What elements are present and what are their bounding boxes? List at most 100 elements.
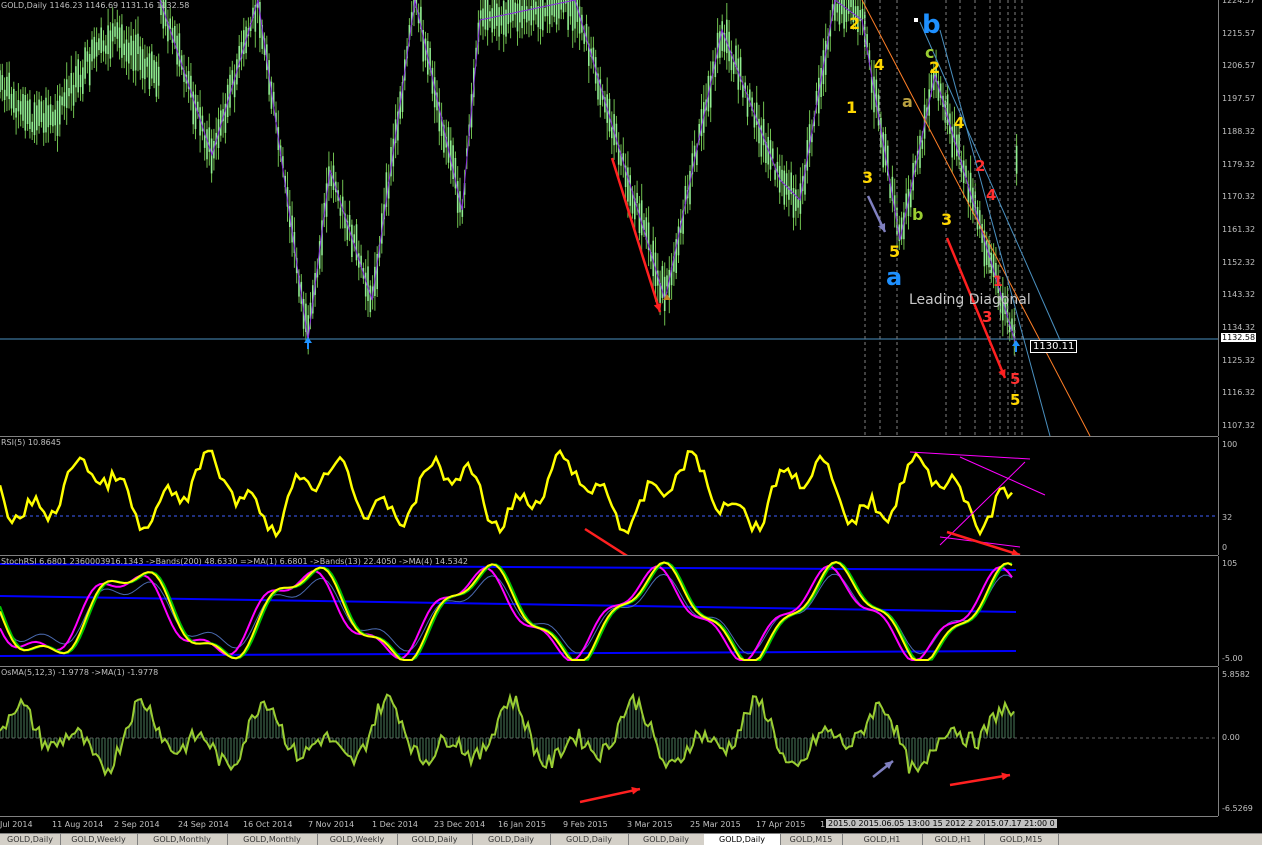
candle-body [144, 58, 146, 80]
chart-tab[interactable]: GOLD,H1 [842, 834, 923, 845]
candle-body [339, 207, 342, 216]
candle-body [6, 76, 8, 97]
candle-body [836, 3, 838, 13]
wave-label-4b: 4 [954, 114, 965, 132]
trend-line [909, 451, 1031, 460]
price-tick: 1143.32 [1222, 290, 1256, 300]
rsi-pane[interactable]: RSI(5) 10.8645 [0, 437, 1218, 556]
candle-body [560, 0, 562, 10]
time-label: 1 [820, 820, 826, 829]
bollinger-line [0, 573, 1013, 655]
chart-tab[interactable]: GOLD,Daily [550, 834, 629, 845]
candle-body [132, 40, 135, 71]
rsi-tick: 32 [1222, 513, 1233, 522]
candle-body [54, 109, 56, 126]
candle-body [61, 96, 63, 106]
candle-body [726, 19, 728, 54]
candle-body [116, 22, 119, 39]
candle-body [785, 173, 788, 195]
chart-tab[interactable]: GOLD,M15 [984, 834, 1059, 845]
wave-label-red-2: 2 [975, 157, 986, 175]
wave-label-yellow-5: 5 [1010, 391, 1021, 409]
candle-body [364, 272, 367, 297]
candle-body [139, 46, 142, 70]
candle-body [509, 0, 512, 23]
stoch-tick: -5.00 [1222, 654, 1243, 663]
candle-body [29, 99, 31, 129]
time-label: 1 Dec 2014 [372, 820, 419, 829]
chart-tab[interactable]: GOLD,Daily [0, 834, 61, 845]
candle-body [75, 66, 77, 88]
candle-body [528, 9, 530, 21]
candle-body [114, 26, 116, 37]
stochrsi-canvas[interactable] [0, 556, 1218, 666]
price-box-label: 1130.11 [1030, 340, 1078, 353]
candle-body [1015, 145, 1018, 174]
price-chart-canvas[interactable] [0, 0, 1218, 436]
candle-body [26, 100, 29, 124]
candle-body [921, 140, 924, 149]
chart-tab[interactable]: GOLD,Monthly [137, 834, 228, 845]
candle-body [42, 113, 45, 133]
candle-body [348, 215, 351, 227]
chart-tabs: GOLD,Daily GOLD,Weekly GOLD,Monthly GOLD,Mo… [0, 833, 1262, 845]
time-label: 17 Apr 2015 [756, 820, 806, 829]
time-axis-highlight: 2015.0 2015.06.05 13:00 15 2012 2 2015.0… [826, 819, 1057, 828]
candle-body [72, 84, 75, 106]
chart-tab[interactable]: GOLD,Daily [472, 834, 551, 845]
channel-line [939, 29, 1051, 436]
candle-body [125, 39, 128, 62]
chart-tab[interactable]: GOLD,Weekly [60, 834, 138, 845]
main-chart-pane[interactable]: GOLD,Daily 1146.23 1146.69 1131.16 1132.… [0, 0, 1218, 437]
time-axis: Jul 2014 11 Aug 2014 2 Sep 2014 24 Sep 2014… [0, 816, 1218, 834]
candle-body [63, 92, 66, 107]
chart-tab[interactable]: GOLD,Daily [628, 834, 705, 845]
time-label: 7 Nov 2014 [308, 820, 355, 829]
candle-body [107, 25, 109, 55]
candle-body [146, 57, 148, 67]
candle-body [102, 40, 105, 52]
chart-tab[interactable]: GOLD,M15 [780, 834, 843, 845]
candle-body [22, 94, 24, 121]
stochrsi-pane[interactable]: StochRSI 6.6801 2360003916.1343 ->Bands(… [0, 556, 1218, 667]
price-tick: 1170.32 [1222, 192, 1256, 202]
candle-body [666, 275, 668, 287]
candle-body [130, 35, 132, 56]
price-tick: 1179.32 [1222, 159, 1256, 169]
wave-label-big-a: a [886, 263, 903, 291]
candle-body [781, 169, 783, 182]
candle-body [178, 33, 181, 67]
candle-body [95, 42, 98, 57]
candle-body [65, 79, 68, 108]
time-label: Jul 2014 [0, 820, 33, 829]
candle-body [134, 34, 137, 71]
chart-tab[interactable]: GOLD,Monthly [227, 834, 318, 845]
candle-body [969, 172, 972, 203]
chart-tab[interactable]: GOLD,Daily [704, 834, 781, 845]
current-price-tag: 1132.58 [1220, 332, 1258, 343]
wave-label-red-3: 3 [982, 308, 993, 326]
candle-body [93, 36, 96, 59]
candle-body [843, 0, 845, 29]
candle-body [493, 0, 496, 29]
leading-diagonal-annotation: Leading Diagonal [909, 292, 1031, 308]
candle-body [456, 181, 459, 213]
candle-body [91, 39, 93, 62]
chart-tab[interactable]: GOLD,H1 [922, 834, 985, 845]
stochrsi-label: StochRSI 6.6801 2360003916.1343 ->Bands(… [1, 557, 468, 566]
price-tick: 1188.32 [1222, 126, 1256, 136]
price-tick: 1224.57 [1222, 0, 1256, 5]
candle-body [525, 6, 528, 23]
chart-tab[interactable]: GOLD,Daily [397, 834, 473, 845]
price-tick: 1197.57 [1222, 94, 1256, 104]
rsi-canvas[interactable] [0, 437, 1218, 555]
candle-body [141, 49, 144, 79]
candle-body [369, 285, 372, 313]
osma-pane[interactable]: OsMA(5,12,3) -1.9778 ->MA(1) -1.9778 [0, 667, 1218, 816]
chart-tab[interactable]: GOLD,Weekly [317, 834, 398, 845]
osma-canvas[interactable] [0, 667, 1218, 816]
candle-body [56, 100, 59, 136]
candle-body [353, 234, 355, 243]
price-tick: 1206.57 [1222, 61, 1256, 71]
candle-body [84, 47, 86, 79]
